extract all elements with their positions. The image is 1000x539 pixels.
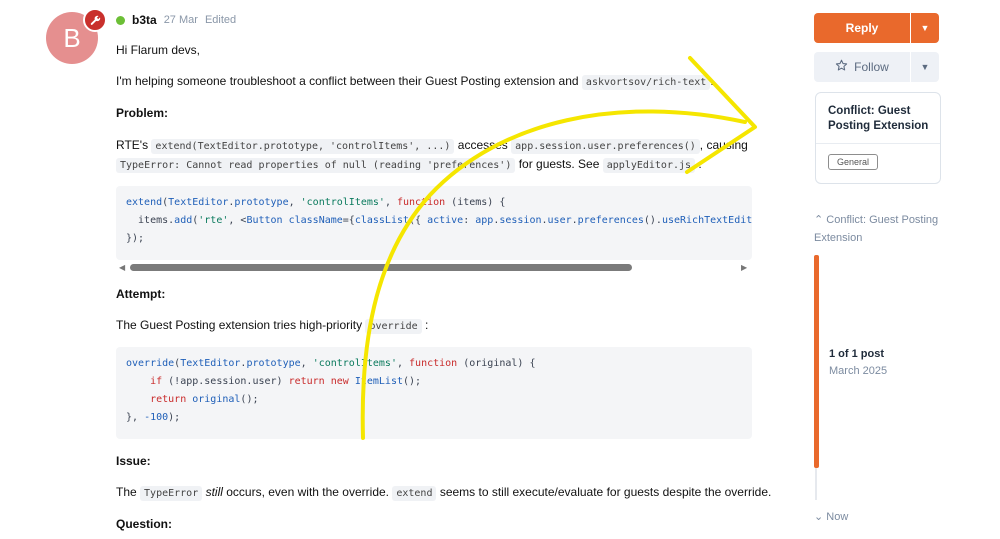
- code-block-extend[interactable]: extend(TextEditor.prototype, 'controlIte…: [116, 186, 752, 260]
- problem-heading: Problem:: [116, 106, 169, 120]
- scroll-thumb[interactable]: [130, 264, 632, 271]
- code-line: override(TextEditor.prototype, 'controlI…: [126, 358, 536, 369]
- reply-dropdown-button[interactable]: ▼: [911, 13, 939, 43]
- avatar-letter: B: [63, 22, 81, 53]
- code-line: extend(TextEditor.prototype, 'controlIte…: [126, 197, 506, 208]
- attempt-end: :: [424, 318, 429, 332]
- online-indicator: [116, 15, 125, 25]
- problem-text: for guests. See: [518, 157, 600, 171]
- code-line: if (!app.session.user) return new ItemLi…: [150, 376, 422, 387]
- discussion-card: Conflict: Guest Posting Extension Genera…: [815, 92, 941, 184]
- attempt-heading: Attempt:: [116, 287, 166, 301]
- code-line: });: [126, 233, 145, 244]
- problem-text: RTE's: [116, 138, 149, 152]
- code-line: items.add('rte', <Button className={clas…: [126, 215, 752, 226]
- horizontal-scrollbar[interactable]: ◀ ▶: [116, 260, 752, 274]
- attempt-paragraph: The Guest Posting extension tries high-p…: [116, 318, 429, 334]
- attempt-text: The Guest Posting extension tries high-p…: [116, 318, 363, 332]
- scrubber-top[interactable]: ⌃ Conflict: Guest Posting Extension: [814, 211, 944, 247]
- scrubber-title: Conflict: Guest Posting Extension: [814, 214, 939, 244]
- problem-text: , causing: [699, 138, 748, 152]
- tag-general[interactable]: General: [828, 154, 879, 170]
- inline-code: override: [365, 319, 422, 334]
- question-heading: Question:: [116, 517, 172, 531]
- inline-code: askvortsov/rich-text: [581, 75, 711, 90]
- follow-label: Follow: [854, 60, 889, 74]
- chevron-up-icon: ⌃: [814, 214, 824, 226]
- follow-button[interactable]: Follow: [814, 52, 910, 82]
- issue-text: occurs, even with the override.: [226, 485, 389, 499]
- greeting: Hi Flarum devs,: [116, 43, 201, 57]
- intro-paragraph: I'm helping someone troubleshoot a confl…: [116, 74, 714, 90]
- star-icon: [835, 59, 848, 75]
- intro-text: I'm helping someone troubleshoot a confl…: [116, 74, 579, 88]
- chevron-down-icon: ⌄: [814, 511, 824, 523]
- inline-code: TypeError: [140, 486, 203, 501]
- issue-paragraph: The TypeError still occurs, even with th…: [116, 485, 772, 501]
- problem-text: accesses: [457, 138, 508, 152]
- reply-label: Reply: [845, 21, 879, 35]
- issue-heading: Issue:: [116, 454, 151, 468]
- problem-paragraph-line2: TypeError: Cannot read properties of nul…: [116, 157, 702, 173]
- reply-button[interactable]: Reply: [814, 13, 910, 43]
- card-title[interactable]: Conflict: Guest Posting Extension: [828, 104, 932, 134]
- issue-text: seems to still execute/evaluate for gues…: [439, 485, 772, 499]
- problem-paragraph-line1: RTE's extend(TextEditor.prototype, 'cont…: [116, 138, 748, 154]
- intro-end: .: [710, 74, 714, 88]
- post-header: b3ta 27 Mar Edited: [116, 13, 236, 27]
- post-date[interactable]: 27 Mar: [164, 14, 198, 26]
- divider: [816, 143, 940, 144]
- scrubber-handle[interactable]: [814, 255, 819, 468]
- problem-text: :: [698, 157, 702, 171]
- username[interactable]: b3ta: [132, 13, 157, 27]
- issue-emphasis: still: [205, 485, 223, 499]
- follow-dropdown-button[interactable]: ▼: [911, 52, 939, 82]
- inline-code: extend: [392, 486, 437, 501]
- code-line: return original();: [150, 394, 259, 405]
- scrubber-date: March 2025: [829, 365, 888, 377]
- scrubber-count: 1 of 1 post: [829, 348, 885, 360]
- scroll-right-icon[interactable]: ▶: [741, 263, 747, 272]
- inline-code: app.session.user.preferences(): [511, 139, 700, 154]
- inline-code: extend(TextEditor.prototype, 'controlIte…: [151, 139, 455, 154]
- code-block-override[interactable]: override(TextEditor.prototype, 'controlI…: [116, 347, 752, 439]
- scrubber-now-label: Now: [826, 511, 849, 523]
- scrubber-now[interactable]: ⌄ Now: [814, 510, 848, 523]
- scroll-left-icon[interactable]: ◀: [119, 263, 125, 272]
- caret-down-icon: ▼: [920, 62, 930, 72]
- caret-down-icon: ▼: [920, 23, 930, 33]
- inline-code: applyEditor.js: [602, 158, 696, 173]
- issue-text: The: [116, 485, 137, 499]
- scroll-track[interactable]: [130, 264, 736, 271]
- edited-label[interactable]: Edited: [205, 14, 236, 26]
- code-line: }, -100);: [126, 412, 181, 423]
- inline-code: TypeError: Cannot read properties of nul…: [116, 158, 516, 173]
- wrench-icon: [83, 8, 107, 32]
